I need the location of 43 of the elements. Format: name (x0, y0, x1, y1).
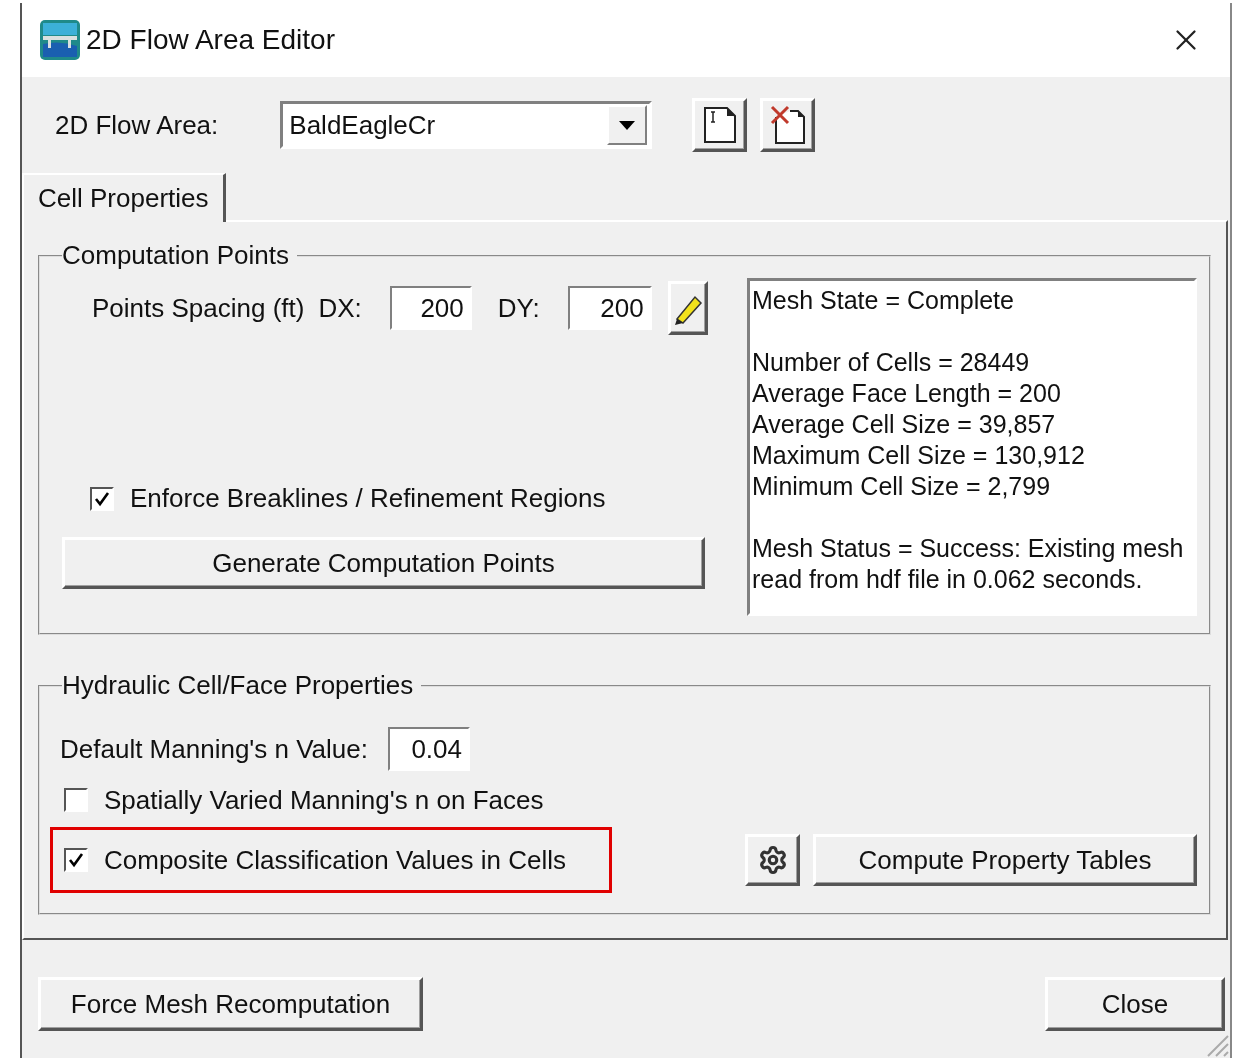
checkbox-label: Spatially Varied Manning's n on Faces (104, 784, 544, 816)
info-line: Minimum Cell Size = 2,799 (752, 471, 1052, 502)
info-line: Mesh Status = Success: Existing mesh (752, 533, 1185, 564)
checkbox[interactable] (64, 788, 88, 812)
compute-button[interactable]: Compute Property Tables (813, 834, 1197, 886)
settings-icon (757, 845, 788, 875)
info-line: read from hdf file in 0.062 seconds. (752, 564, 1144, 595)
info-line: Mesh State = Complete (752, 285, 1015, 316)
field-label: DY: (497, 292, 540, 324)
field-label: Points Spacing (ft) (92, 292, 305, 324)
generate-button[interactable]: Generate Computation Points (62, 537, 705, 589)
new-document-button[interactable] (692, 98, 748, 152)
area-dropdown[interactable]: BaldEagleCr (280, 101, 653, 149)
close-dialog-button[interactable]: Close (1045, 977, 1225, 1031)
checkbox[interactable] (64, 848, 88, 872)
dropdown-button[interactable] (607, 105, 648, 145)
info-line: Number of Cells = 28449 (752, 347, 1031, 378)
field-label: 2D Flow Area: (55, 109, 219, 141)
checkbox[interactable] (90, 486, 114, 511)
checkbox-label: Enforce Breaklines / Refinement Regions (130, 483, 606, 514)
manning-field[interactable]: 0.04 (388, 727, 470, 771)
check-icon (68, 852, 84, 868)
recompute-button[interactable]: Force Mesh Recomputation (38, 977, 423, 1031)
document-icon (702, 106, 737, 144)
delete-document-button[interactable] (760, 98, 816, 152)
dx-field[interactable]: 200 (389, 286, 472, 330)
field-label: Default Manning's n Value: (60, 733, 368, 765)
settings-button[interactable] (745, 834, 800, 886)
checkbox-label: Composite Classification Values in Cells (104, 844, 566, 876)
delete-document-icon (769, 105, 806, 145)
dy-field[interactable]: 200 (567, 286, 652, 330)
info-line: Average Cell Size = 39,857 (752, 409, 1057, 440)
check-icon (94, 490, 110, 507)
group-title: Hydraulic Cell/Face Properties (62, 670, 415, 701)
group-title: Computation Points (62, 240, 290, 271)
field-label: DX: (318, 292, 362, 324)
info-line: Average Face Length = 200 (752, 378, 1062, 409)
window-title: 2D Flow Area Editor (86, 24, 336, 56)
edit-points-button[interactable] (667, 281, 708, 335)
tab[interactable]: Cell Properties (22, 173, 226, 222)
caret-icon (619, 120, 636, 130)
app-icon (40, 20, 80, 60)
info-line: Maximum Cell Size = 130,912 (752, 440, 1086, 471)
